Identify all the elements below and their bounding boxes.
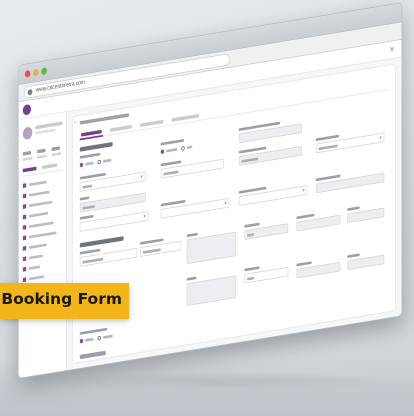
- radio-group-3: [79, 320, 155, 348]
- sidebar: [18, 111, 67, 378]
- minimize-window-dot[interactable]: [33, 68, 39, 77]
- user-name: [35, 121, 63, 130]
- close-window-dot[interactable]: [24, 69, 31, 78]
- form-field[interactable]: [347, 202, 385, 225]
- nav-icon: [22, 183, 27, 189]
- radio-group-1: [79, 147, 135, 172]
- page-title: [79, 113, 130, 125]
- user-profile[interactable]: [22, 120, 63, 149]
- form-field[interactable]: [79, 243, 138, 270]
- radio-option[interactable]: [97, 159, 102, 165]
- maximize-window-dot[interactable]: [41, 67, 47, 76]
- nav-icon: [22, 214, 27, 220]
- chevron-down-icon: ▾: [379, 135, 382, 142]
- form-field[interactable]: [238, 141, 303, 169]
- chevron-down-icon: ▾: [140, 174, 143, 181]
- form-field[interactable]: [347, 249, 385, 272]
- form-field[interactable]: ▾: [160, 193, 230, 222]
- nav-icon: [22, 235, 27, 241]
- radio-group-2: [160, 134, 216, 159]
- scene: www.cdcentimeira.com ✕ ‹ ▾ ▾ ▾ ▾ ▾ Booki…: [0, 0, 414, 416]
- form-field[interactable]: ▾: [315, 127, 385, 156]
- chevron-down-icon: ▾: [143, 214, 146, 220]
- banner-label: Booking Form: [1, 290, 122, 308]
- close-icon[interactable]: ✕: [389, 44, 394, 54]
- nav-icon: [22, 193, 27, 199]
- notes-field[interactable]: [186, 226, 237, 265]
- avatar: [22, 126, 33, 141]
- brand-logo-icon: [22, 103, 32, 116]
- tab-2[interactable]: [109, 124, 132, 132]
- radio-option[interactable]: [79, 162, 84, 168]
- stat-item: [22, 150, 34, 162]
- nav-icon: [22, 204, 27, 209]
- browser-window: www.cdcentimeira.com ✕ ‹ ▾ ▾ ▾ ▾ ▾: [18, 2, 403, 379]
- form-field[interactable]: [140, 235, 182, 259]
- nav-icon: [22, 277, 27, 283]
- sidebar-tab-2[interactable]: [42, 163, 58, 170]
- stat-item: [51, 146, 63, 158]
- radio-option[interactable]: [160, 149, 165, 155]
- tab-4[interactable]: [171, 113, 200, 122]
- globe-icon: [27, 88, 33, 96]
- sidebar-tab-1[interactable]: [22, 166, 37, 173]
- form-field[interactable]: [244, 262, 289, 287]
- booking-form-banner: Booking Form: [0, 283, 129, 319]
- section-title-booking: [79, 141, 113, 152]
- radio-option[interactable]: [181, 145, 185, 151]
- url-text: www.cdcentimeira.com: [35, 79, 85, 94]
- nav-icon: [22, 266, 27, 272]
- form-field[interactable]: [160, 153, 224, 181]
- section-title-more: [79, 350, 106, 360]
- chevron-down-icon: ▾: [302, 188, 305, 194]
- tab-3[interactable]: [140, 119, 164, 128]
- perspective-stage: www.cdcentimeira.com ✕ ‹ ▾ ▾ ▾ ▾ ▾: [18, 2, 403, 379]
- sidebar-tabs: [22, 161, 63, 177]
- form-field[interactable]: ▾: [238, 180, 308, 209]
- nav-icon: [22, 224, 27, 230]
- nav-icon: [22, 256, 27, 262]
- form-field[interactable]: [296, 257, 341, 282]
- chevron-down-icon: ▾: [224, 200, 227, 207]
- form-field[interactable]: [315, 167, 385, 196]
- form-field[interactable]: [244, 218, 289, 243]
- notes-field[interactable]: [186, 270, 237, 308]
- back-arrow-icon[interactable]: ‹: [74, 119, 76, 125]
- stat-item: [37, 148, 48, 160]
- radio-option[interactable]: [97, 335, 102, 341]
- form-field[interactable]: [296, 209, 341, 234]
- nav-icon: [22, 245, 27, 251]
- radio-option[interactable]: [79, 338, 84, 344]
- user-role: [35, 128, 56, 135]
